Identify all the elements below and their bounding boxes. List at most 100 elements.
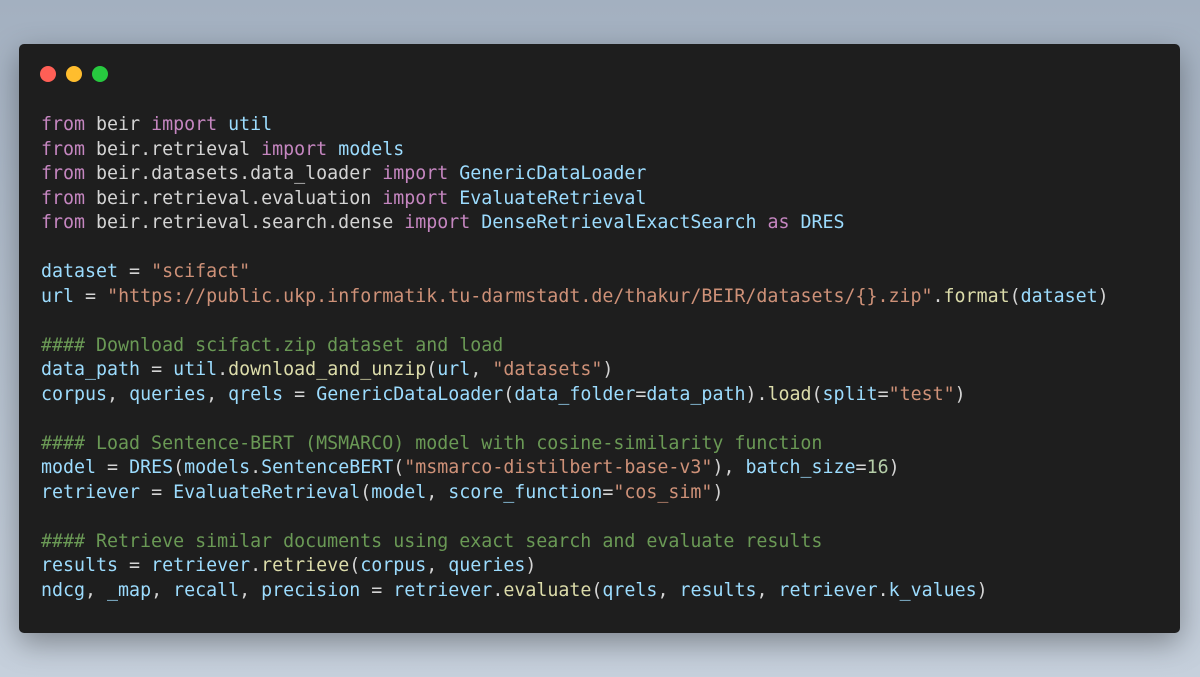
code-token-var: precision: [261, 579, 361, 601]
code-token-plain: ,: [657, 579, 680, 601]
code-token-var: retriever: [151, 555, 251, 576]
code-token-string: "scifact": [151, 261, 251, 282]
code-line: from beir.retrieval.evaluation import Ev…: [41, 187, 1109, 212]
code-line: from beir import util: [41, 113, 1109, 138]
code-token-string: "cos_sim": [613, 481, 713, 503]
code-token-plain: ,: [107, 383, 130, 405]
code-token-plain: ,: [85, 579, 108, 601]
code-token-plain: ,: [470, 359, 493, 380]
code-token-plain: (: [811, 383, 823, 405]
code-token-plain: (: [360, 481, 372, 503]
code-token-var: ndcg: [41, 579, 86, 601]
code-token-var: k_values: [888, 579, 977, 601]
code-token-plain: =: [118, 555, 152, 576]
code-token-plain: =: [118, 261, 152, 282]
code-token-var: queries: [448, 555, 526, 576]
code-token-var: model: [371, 481, 427, 503]
code-token-plain: =: [602, 481, 614, 503]
code-line: url = "https://public.ukp.informatik.tu-…: [41, 285, 1109, 310]
code-token-plain: ): [602, 359, 614, 380]
code-token-keyword: import: [151, 114, 218, 135]
code-line: #### Retrieve similar documents using ex…: [41, 530, 1109, 555]
code-token-module: beir: [96, 114, 141, 135]
code-token-plain: (: [349, 555, 361, 576]
code-token-plain: (: [591, 579, 603, 601]
code-token-plain: (: [426, 359, 438, 380]
code-token-var: util: [228, 114, 273, 135]
code-token-plain: ),: [712, 457, 746, 478]
code-line: from beir.datasets.data_loader import Ge…: [41, 162, 1109, 187]
code-token-keyword: import: [382, 163, 449, 184]
close-button[interactable]: [40, 66, 56, 82]
code-token-plain: ): [525, 555, 537, 576]
code-token-plain: =: [96, 457, 130, 478]
code-token-string: "https://public.ukp.informatik.tu-darmst…: [107, 285, 933, 307]
code-token-class: DRES: [800, 212, 845, 233]
code-token-plain: (: [173, 457, 185, 478]
code-token-plain: .: [877, 579, 889, 601]
code-token-keyword: from: [41, 163, 86, 184]
code-token-var: retriever: [778, 579, 878, 601]
code-token-func: format: [943, 285, 1010, 307]
code-token-string: "datasets": [492, 359, 603, 380]
code-line: ndcg, _map, recall, precision = retrieve…: [41, 579, 1109, 604]
code-token-var: model: [41, 457, 97, 478]
code-token-keyword: from: [41, 212, 86, 233]
code-token-plain: .: [217, 359, 229, 380]
code-token-var: models: [184, 457, 251, 478]
code-token-number: 16: [866, 457, 889, 478]
code-token-plain: (: [1009, 285, 1021, 307]
code-token-plain: ,: [206, 383, 229, 405]
code-token-plain: ,: [756, 579, 779, 601]
window-controls: [40, 66, 108, 82]
code-token-plain: .: [492, 579, 504, 601]
code-token-var: _map: [107, 579, 152, 601]
code-token-keyword: import: [404, 212, 471, 233]
code-token-plain: ): [976, 579, 988, 601]
code-token-class: SentenceBERT: [261, 457, 394, 478]
code-token-keyword: import: [261, 138, 328, 160]
code-token-plain: =: [360, 579, 394, 601]
code-token-plain: ): [888, 457, 900, 478]
maximize-button[interactable]: [92, 66, 108, 82]
code-token-var: results: [679, 579, 757, 601]
code-token-func: evaluate: [503, 579, 592, 601]
code-token-var: data_folder: [514, 383, 636, 405]
code-token-func: download_and_unzip: [228, 359, 427, 380]
code-token-var: corpus: [360, 555, 427, 576]
code-token-var: url: [437, 359, 471, 380]
code-token-plain: =: [877, 383, 889, 405]
code-token-plain: ): [712, 481, 724, 503]
code-token-var: util: [173, 359, 218, 380]
code-token-plain: =: [283, 383, 317, 405]
code-line: model = DRES(models.SentenceBERT("msmarc…: [41, 456, 1109, 481]
code-token-var: retriever: [393, 579, 493, 601]
code-token-keyword: as: [767, 212, 790, 233]
code-token-plain: (: [393, 457, 405, 478]
code-line: data_path = util.download_and_unzip(url,…: [41, 358, 1109, 383]
code-token-class: EvaluateRetrieval: [173, 481, 361, 503]
code-token-plain: ).: [745, 383, 768, 405]
code-token-plain: =: [140, 359, 174, 380]
code-token-plain: =: [140, 481, 174, 503]
code-token-var: corpus: [41, 383, 108, 405]
minimize-button[interactable]: [66, 66, 82, 82]
code-token-module: beir.datasets.data_loader: [96, 163, 372, 184]
code-token-keyword: from: [41, 187, 86, 209]
code-token-var: qrels: [602, 579, 658, 601]
code-token-var: data_path: [646, 383, 746, 405]
code-token-var: retriever: [41, 481, 141, 503]
code-token-comment: #### Retrieve similar documents using ex…: [41, 530, 823, 552]
